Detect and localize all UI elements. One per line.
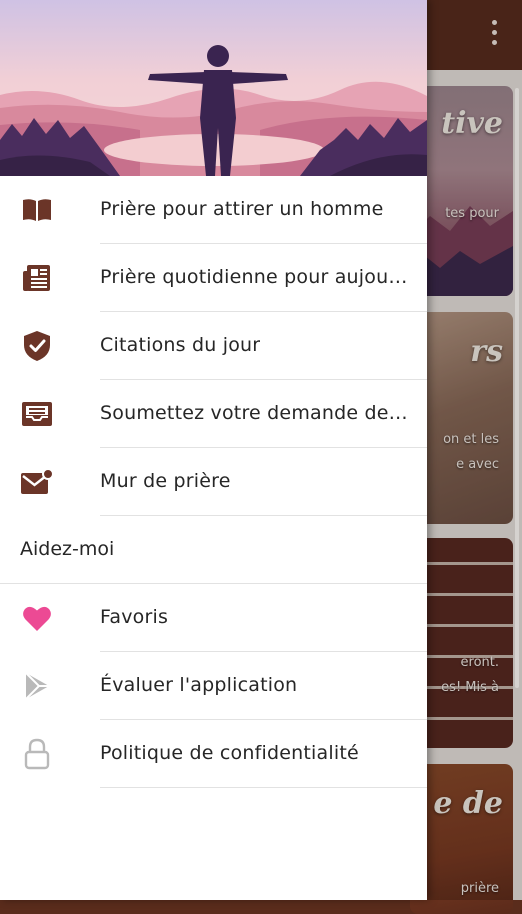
sunrise-landscape-illustration	[0, 0, 427, 176]
menu-item-soumettez-demande[interactable]: Soumettez votre demande de prière	[0, 380, 427, 448]
menu-item-label: Prière quotidienne pour aujourd'hui	[100, 266, 410, 288]
section-header-label: Aidez-moi	[20, 538, 115, 560]
menu-item-citations-du-jour[interactable]: Citations du jour	[0, 312, 427, 380]
inbox-icon	[20, 397, 54, 431]
menu-item-priere-quotidienne[interactable]: Prière quotidienne pour aujourd'hui	[0, 244, 427, 312]
menu-item-label: Évaluer l'application	[100, 674, 298, 696]
menu-item-label: Favoris	[100, 606, 169, 628]
menu-item-politique-confidentialite[interactable]: Politique de confidentialité	[0, 720, 427, 788]
book-icon	[20, 193, 54, 227]
divider	[100, 787, 427, 788]
heart-icon	[20, 601, 54, 635]
menu-item-label: Politique de confidentialité	[100, 742, 359, 764]
menu-item-label: Citations du jour	[100, 334, 261, 356]
menu-item-mur-de-priere[interactable]: Mur de prière	[0, 448, 427, 516]
navigation-drawer: Prière pour attirer un homme Prière quot…	[0, 0, 427, 900]
drawer-menu-list: Prière pour attirer un homme Prière quot…	[0, 176, 427, 788]
mail-notification-icon	[20, 465, 54, 499]
newspaper-icon	[20, 261, 54, 295]
play-store-icon	[20, 669, 54, 703]
lock-icon	[20, 737, 54, 771]
menu-item-evaluer-application[interactable]: Évaluer l'application	[0, 652, 427, 720]
menu-item-label: Prière pour attirer un homme	[100, 198, 384, 220]
menu-item-priere-attirer-homme[interactable]: Prière pour attirer un homme	[0, 176, 427, 244]
scrollbar[interactable]	[515, 88, 519, 688]
drawer-header-image	[0, 0, 427, 176]
menu-item-label: Soumettez votre demande de prière	[100, 402, 410, 424]
shield-check-icon	[20, 329, 54, 363]
section-header-aidez-moi: Aidez-moi	[0, 516, 427, 584]
menu-item-favoris[interactable]: Favoris	[0, 584, 427, 652]
menu-item-label: Mur de prière	[100, 470, 231, 492]
